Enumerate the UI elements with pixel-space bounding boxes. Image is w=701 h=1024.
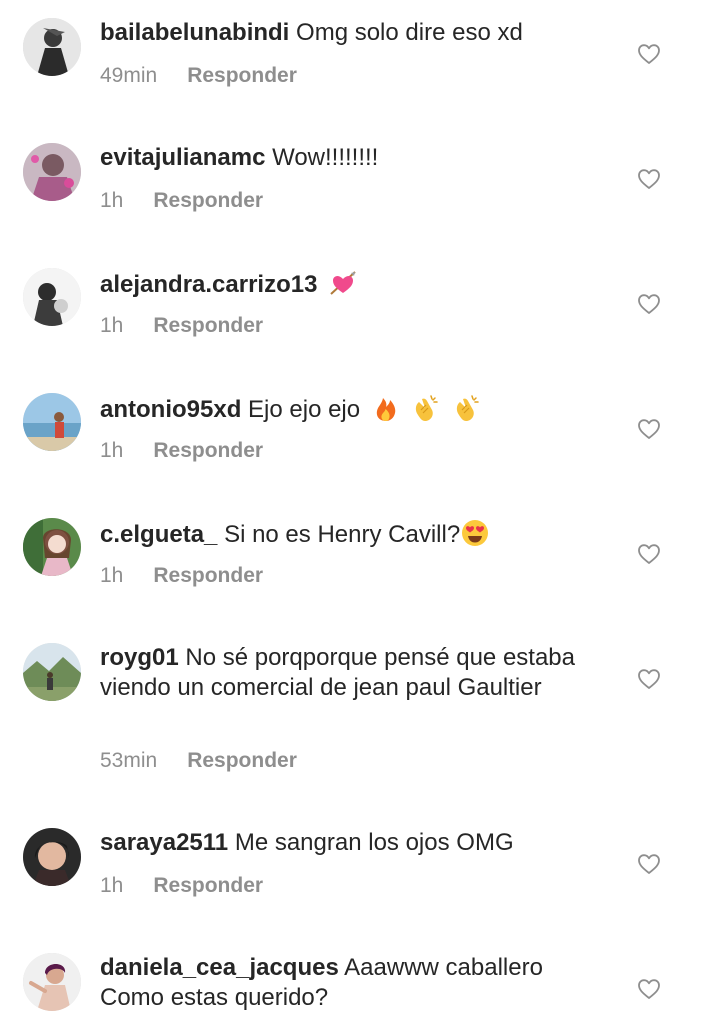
comment-text: alejandra.carrizo13 [100,268,600,300]
avatar[interactable] [23,18,81,76]
clapping-hands-emoji [456,395,479,422]
comment-text: daniela_cea_jacques Aaawww caballero Com… [100,953,600,1013]
heart-outline-icon[interactable] [637,292,661,316]
heart-outline-icon[interactable] [637,667,661,691]
comment-username[interactable]: antonio95xd [100,396,241,423]
reply-button[interactable]: Responder [153,439,263,463]
heart-outline-icon[interactable] [637,42,661,66]
heart-outline-icon[interactable] [637,417,661,441]
comment-body: Si no es Henry Cavill? [224,521,461,548]
comment-timestamp: 1h [100,189,124,212]
comment-username[interactable]: saraya2511 [100,829,228,856]
reply-button[interactable]: Responder [153,564,263,588]
heart-outline-icon[interactable] [637,977,661,1001]
avatar[interactable] [23,643,81,701]
heart-outline-icon[interactable] [637,852,661,876]
comment-body: Wow!!!!!!!! [272,144,379,171]
comment-meta: 53min Responder [100,749,297,773]
comment-username[interactable]: alejandra.carrizo13 [100,271,317,298]
comment-username[interactable]: daniela_cea_jacques [100,954,339,981]
comment-timestamp: 53min [100,749,158,772]
comment-timestamp: 1h [100,314,124,337]
avatar[interactable] [23,953,81,1011]
comment-text: saraya2511 Me sangran los ojos OMG [100,828,600,858]
comment-meta: 1h Responder [100,874,263,898]
avatar[interactable] [23,518,81,576]
reply-button[interactable]: Responder [187,64,297,88]
avatar[interactable] [23,268,81,326]
comment-text: c.elgueta_ Si no es Henry Cavill? [100,518,600,550]
heart-arrow-emoji [330,271,356,295]
heart-outline-icon[interactable] [637,542,661,566]
comment-meta: 1h Responder [100,314,263,338]
comment-username[interactable]: bailabelunabindi [100,19,289,46]
comment-body: Me sangran los ojos OMG [234,829,514,856]
comment-username[interactable]: royg01 [100,644,179,671]
clapping-hands-emoji [416,395,439,422]
comment-text: antonio95xd Ejo ejo ejo [100,393,600,425]
comment-meta: 49min Responder [100,64,297,88]
comment-meta: 1h Responder [100,189,263,213]
heart-eyes-emoji [462,520,489,546]
comment-username[interactable]: c.elgueta_ [100,521,217,548]
avatar[interactable] [23,143,81,201]
comment-timestamp: 1h [100,439,124,462]
heart-outline-icon[interactable] [637,167,661,191]
reply-button[interactable]: Responder [153,314,263,338]
comment-body: Ejo ejo ejo [248,396,361,423]
comment-text: bailabelunabindi Omg solo dire eso xd [100,18,600,48]
comment-text: evitajulianamc Wow!!!!!!!! [100,143,600,173]
fire-emoji [376,398,396,421]
comment-timestamp: 1h [100,874,124,897]
avatar[interactable] [23,828,81,886]
reply-button[interactable]: Responder [153,189,263,213]
reply-button[interactable]: Responder [187,749,297,773]
comment-meta: 1h Responder [100,564,263,588]
reply-button[interactable]: Responder [153,874,263,898]
comment-username[interactable]: evitajulianamc [100,144,265,171]
comment-body: Omg solo dire eso xd [296,19,523,46]
comment-timestamp: 1h [100,564,124,587]
avatar[interactable] [23,393,81,451]
comment-timestamp: 49min [100,64,158,87]
comment-text: royg01 No sé porqporque pensé que estaba… [100,643,600,703]
comment-meta: 1h Responder [100,439,263,463]
